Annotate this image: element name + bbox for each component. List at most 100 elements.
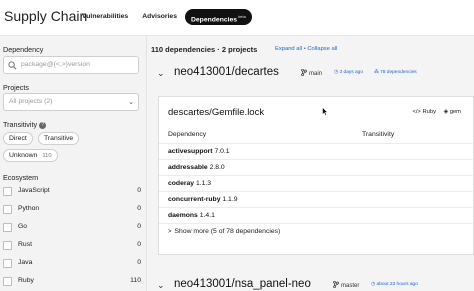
checkbox[interactable] [3, 259, 12, 268]
package-name: concurrent-ruby [168, 196, 221, 203]
table-row: concurrent-ruby 1.1.9 [159, 191, 474, 207]
ecosystem-name: Python [18, 205, 40, 212]
transitivity-chip-direct[interactable]: Direct [3, 132, 33, 145]
checkbox[interactable] [3, 205, 12, 214]
table-row: coderay 1.1.3 [159, 175, 474, 191]
package-name: activesupport [168, 148, 213, 155]
package-name: daemons [168, 212, 198, 219]
dependency-search-input[interactable]: package@{<,>}version [3, 56, 139, 74]
project-name[interactable]: neo413001/nsa_panel-neo [174, 278, 311, 290]
ecosystem-name: JavaScript [18, 187, 50, 194]
checkbox[interactable] [3, 241, 12, 250]
ecosystem-row-javascript[interactable]: JavaScript 0 [3, 186, 141, 198]
expand-collapse-controls: Expand all • Collapse all [275, 46, 337, 52]
transitivity-chip-unknown[interactable]: Unknown 110 [3, 149, 58, 162]
chevron-down-icon: ⌄ [128, 99, 134, 106]
ecosystem-row-rust[interactable]: Rust 0 [3, 240, 141, 252]
dependency-filter-label: Dependency [3, 45, 44, 54]
branch-icon [333, 280, 339, 289]
transitivity-chip-transitive[interactable]: Transitive [38, 132, 80, 145]
ecosystem-count: 0 [137, 223, 141, 230]
tab-dependencies-label: Dependencies [190, 16, 238, 24]
dependency-count-link[interactable]: ⁂ 78 dependencies [374, 70, 417, 75]
table-row: activesupport 7.0.1 [159, 143, 474, 159]
show-more-button[interactable]: > Show more (5 of 78 dependencies) [168, 228, 280, 235]
separator-dot: • [303, 46, 306, 52]
checkbox[interactable] [3, 187, 12, 196]
lockfile-tags: </> Ruby ◈ gem [412, 109, 461, 115]
tab-vulnerabilities[interactable]: Vulnerabilities [76, 9, 134, 25]
deps-count-text: 78 dependencies [380, 70, 417, 75]
project-header-decartes[interactable]: ⌄ neo413001/decartes main ◷ 3 days ago ⁂… [157, 66, 467, 82]
updated-text: 3 days ago [339, 70, 364, 75]
code-icon: </> [412, 109, 421, 115]
expand-all-link[interactable]: Expand all [275, 46, 302, 52]
chevron-right-icon: > [168, 229, 172, 235]
ecosystem-name: Ruby [18, 277, 34, 284]
ecosystem-row-go[interactable]: Go 0 [3, 222, 141, 234]
beta-badge: beta [238, 14, 246, 19]
collapse-all-link[interactable]: Collapse all [307, 46, 337, 52]
projects-select-value: All projects (2) [9, 98, 53, 105]
ecosystem-name: Go [18, 223, 28, 230]
projects-filter-label: Projects [3, 83, 29, 92]
updated-text: about 23 hours ago [376, 282, 418, 287]
ecosystem-row-java[interactable]: Java 0 [3, 258, 141, 270]
branch-name: main [309, 71, 323, 77]
main-nav: Vulnerabilities Advisories Dependenciesb… [76, 9, 254, 25]
ecosystem-name: Rust [18, 241, 32, 248]
package-version: 2.8.0 [209, 164, 225, 171]
package-version: 1.4.1 [199, 212, 215, 219]
package-version: 1.1.9 [222, 196, 238, 203]
ecosystem-count: 0 [137, 259, 141, 266]
ecosystem-count: 0 [137, 187, 141, 194]
project-name[interactable]: neo413001/decartes [174, 66, 279, 78]
chevron-down-icon[interactable]: ⌄ [157, 68, 165, 79]
branch-icon [301, 68, 307, 77]
chip-label: Unknown [9, 152, 38, 159]
table-row: addressable 2.8.0 [159, 159, 474, 175]
dependency-cell: addressable 2.8.0 [168, 164, 225, 171]
ecosystem-count: 110 [130, 277, 141, 284]
mouse-cursor-icon [322, 107, 328, 116]
lockfile-card: descartes/Gemfile.lock </> Ruby ◈ gem De… [158, 96, 474, 255]
help-icon[interactable]: ? [39, 122, 47, 129]
table-row: daemons 1.4.1 [159, 207, 474, 223]
last-updated: ◷ 3 days ago [334, 70, 363, 75]
dependency-cell: daemons 1.4.1 [168, 212, 215, 219]
branch-info: master [333, 280, 360, 289]
package-name: coderay [168, 180, 195, 187]
branch-info: main [301, 68, 323, 77]
branch-name: master [341, 283, 360, 289]
tab-dependencies[interactable]: Dependenciesbeta [184, 9, 252, 25]
chevron-down-icon[interactable]: ⌄ [157, 280, 165, 291]
checkbox[interactable] [3, 277, 12, 286]
language-tag: Ruby [422, 109, 436, 115]
ecosystem-row-ruby[interactable]: Ruby 110 [3, 276, 141, 288]
show-more-row[interactable]: > Show more (5 of 78 dependencies) [159, 223, 474, 239]
top-bar: Supply Chain Vulnerabilities Advisories … [0, 0, 474, 36]
projects-select[interactable]: All projects (2) ⌄ [3, 93, 139, 111]
search-icon [8, 61, 17, 70]
package-icon: ◈ [443, 109, 449, 115]
package-name: addressable [168, 164, 208, 171]
app-title: Supply Chain [4, 8, 88, 24]
checkbox[interactable] [3, 223, 12, 232]
dependency-cell: concurrent-ruby 1.1.9 [168, 196, 238, 203]
dependency-search-placeholder: package@{<,>}version [21, 61, 90, 68]
filter-sidebar: Dependency package@{<,>}version Projects… [0, 36, 147, 291]
project-header-nsa-panel-neo[interactable]: ⌄ neo413001/nsa_panel-neo master ◷ about… [157, 278, 467, 291]
ecosystem-row-python[interactable]: Python 0 [3, 204, 141, 216]
dependencies-summary: 110 dependencies · 2 projects [151, 45, 258, 54]
package-version: 1.1.3 [195, 180, 212, 187]
dependencies-panel: 110 dependencies · 2 projects Expand all… [147, 36, 474, 291]
ecosystem-name: Java [18, 259, 33, 266]
ecosystem-count: 0 [137, 241, 141, 248]
chip-count: 110 [42, 153, 52, 159]
ecosystem-count: 0 [137, 205, 141, 212]
last-updated: ◷ about 23 hours ago [371, 282, 418, 287]
tab-advisories[interactable]: Advisories [136, 9, 183, 25]
package-manager-tag: gem [449, 109, 461, 115]
ecosystem-filter-label: Ecosystem [3, 173, 39, 182]
transitivity-label-text: Transitivity [3, 120, 38, 129]
